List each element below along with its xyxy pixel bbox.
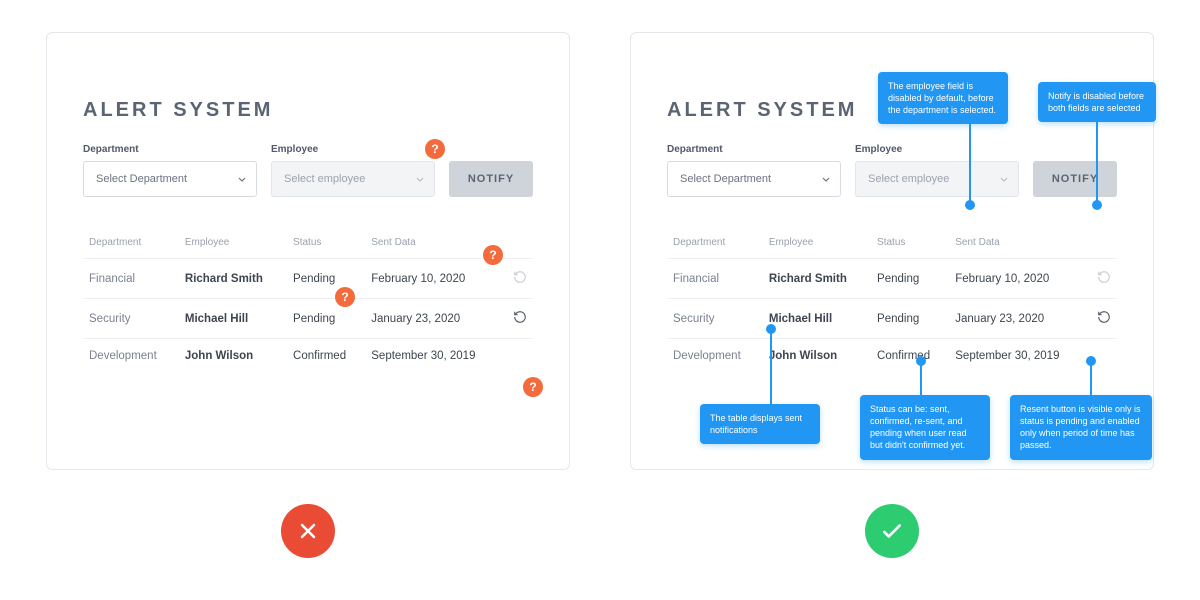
- department-select[interactable]: Select Department: [667, 161, 841, 197]
- cell-department: Development: [667, 339, 763, 374]
- cell-department: Financial: [667, 259, 763, 299]
- notifications-table: Department Employee Status Sent Data Fin…: [667, 231, 1117, 373]
- resend-icon: [513, 270, 527, 284]
- annotation-dot-icon: [766, 324, 776, 334]
- cell-sent: February 10, 2020: [365, 259, 505, 299]
- annotation-employee-disabled: The employee field is disabled by defaul…: [878, 72, 1008, 124]
- annotation-status-values: Status can be: sent, confirmed, re-sent,…: [860, 395, 990, 460]
- bad-verdict-icon: [281, 504, 335, 558]
- col-employee: Employee: [763, 231, 871, 259]
- chevron-down-icon: [416, 173, 424, 185]
- department-label: Department: [83, 144, 257, 155]
- col-employee: Employee: [179, 231, 287, 259]
- annotation-connector: [969, 120, 971, 202]
- cell-status: Confirmed: [287, 339, 365, 374]
- annotation-table-purpose: The table displays sent notifications: [700, 404, 820, 444]
- cell-sent: September 30, 2019: [365, 339, 505, 374]
- notifications-table-wrapper: Department Employee Status Sent Data Fin…: [83, 231, 533, 373]
- cell-employee: John Wilson: [763, 339, 871, 374]
- table-row: Development John Wilson Confirmed Septem…: [83, 339, 533, 374]
- table-row: Financial Richard Smith Pending February…: [83, 259, 533, 299]
- annotation-resend-rule: Resent button is visible only is status …: [1010, 395, 1152, 460]
- filter-row: Department Select Department Employee Se…: [667, 144, 1117, 197]
- page-title: ALERT SYSTEM: [83, 99, 533, 122]
- chevron-down-icon: [238, 173, 246, 185]
- cell-department: Development: [83, 339, 179, 374]
- department-select[interactable]: Select Department: [83, 161, 257, 197]
- annotation-connector: [1096, 116, 1098, 202]
- good-verdict-icon: [865, 504, 919, 558]
- cell-employee: John Wilson: [179, 339, 287, 374]
- cell-employee: Richard Smith: [179, 259, 287, 299]
- employee-select-placeholder: Select employee: [284, 173, 365, 185]
- chevron-down-icon: [822, 173, 830, 185]
- annotation-dot-icon: [965, 200, 975, 210]
- cell-status: Confirmed: [871, 339, 949, 374]
- cell-sent: January 23, 2020: [365, 299, 505, 339]
- notify-button-label: NOTIFY: [1052, 173, 1098, 185]
- notifications-table: Department Employee Status Sent Data Fin…: [83, 231, 533, 373]
- cell-sent: February 10, 2020: [949, 259, 1089, 299]
- table-row: Security Michael Hill Pending January 23…: [667, 299, 1117, 339]
- resend-icon[interactable]: [513, 310, 527, 324]
- department-select-placeholder: Select Department: [680, 173, 771, 185]
- department-select-placeholder: Select Department: [96, 173, 187, 185]
- col-department: Department: [667, 231, 763, 259]
- annotation-connector: [920, 362, 922, 395]
- cell-employee: Michael Hill: [763, 299, 871, 339]
- cell-status: Pending: [871, 259, 949, 299]
- col-department: Department: [83, 231, 179, 259]
- resend-icon: [1097, 270, 1111, 284]
- bad-example-card: ALERT SYSTEM Department Select Departmen…: [46, 32, 570, 470]
- question-badge-icon[interactable]: ?: [335, 287, 355, 307]
- cell-department: Financial: [83, 259, 179, 299]
- cell-status: Pending: [871, 299, 949, 339]
- notify-button[interactable]: NOTIFY: [449, 161, 533, 197]
- table-row: Security Michael Hill Pending ? January …: [83, 299, 533, 339]
- filter-row: Department Select Department Employee Se…: [83, 144, 533, 197]
- resend-icon[interactable]: [1097, 310, 1111, 324]
- table-row: Financial Richard Smith Pending February…: [667, 259, 1117, 299]
- col-sent: Sent Data: [949, 231, 1089, 259]
- col-status: Status: [871, 231, 949, 259]
- annotation-dot-icon: [1086, 356, 1096, 366]
- question-badge-icon[interactable]: ?: [483, 245, 503, 265]
- department-label: Department: [667, 144, 841, 155]
- cell-sent: January 23, 2020: [949, 299, 1089, 339]
- cell-status: Pending ?: [287, 299, 365, 339]
- question-badge-icon[interactable]: ?: [523, 377, 543, 397]
- employee-label: Employee: [855, 144, 1019, 155]
- annotation-dot-icon: [1092, 200, 1102, 210]
- cell-sent: September 30, 2019: [949, 339, 1089, 374]
- chevron-down-icon: [1000, 173, 1008, 185]
- cell-department: Security: [667, 299, 763, 339]
- annotation-connector: [770, 330, 772, 404]
- cell-department: Security: [83, 299, 179, 339]
- cell-employee: Richard Smith: [763, 259, 871, 299]
- notify-button[interactable]: NOTIFY: [1033, 161, 1117, 197]
- notify-button-label: NOTIFY: [468, 173, 514, 185]
- annotation-connector: [1090, 362, 1092, 395]
- employee-select-placeholder: Select employee: [868, 173, 949, 185]
- annotation-dot-icon: [916, 356, 926, 366]
- employee-label: Employee: [271, 144, 435, 155]
- col-status: Status: [287, 231, 365, 259]
- annotation-notify-disabled: Notify is disabled before both fields ar…: [1038, 82, 1156, 122]
- question-badge-icon[interactable]: ?: [425, 139, 445, 159]
- employee-select: Select employee: [855, 161, 1019, 197]
- employee-select: Select employee: [271, 161, 435, 197]
- table-row: Development John Wilson Confirmed Septem…: [667, 339, 1117, 374]
- cell-employee: Michael Hill: [179, 299, 287, 339]
